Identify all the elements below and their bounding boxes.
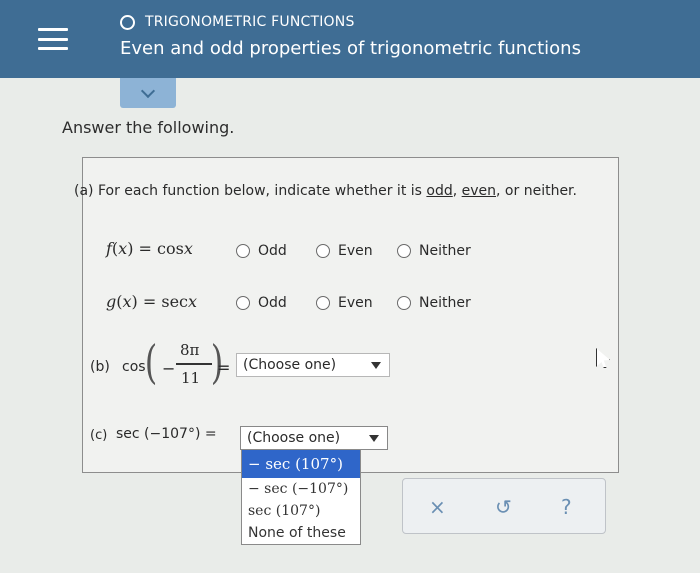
even-link: even (461, 183, 497, 199)
function-name: f (106, 239, 112, 258)
option-label: Odd (258, 243, 287, 259)
function-arg: x (183, 239, 193, 258)
minus-sign: − (162, 359, 176, 378)
dropdown-arrow-icon (371, 362, 381, 369)
function-g: g(x) = secx (106, 292, 198, 311)
function-var: x (118, 239, 128, 258)
action-bar: × ↺ ? (402, 478, 606, 534)
function-rhs: = cos (138, 239, 184, 258)
radio-circle[interactable] (316, 296, 330, 310)
part-a-suffix: , or neither. (496, 183, 577, 199)
f-neither-radio[interactable]: Neither (397, 243, 471, 259)
prompt-text: Answer the following. (62, 118, 235, 137)
option-label: Even (338, 295, 373, 311)
menu-icon[interactable] (38, 28, 68, 50)
clear-icon[interactable]: × (429, 495, 446, 519)
option-label: Neither (419, 295, 471, 311)
select-value: (Choose one) (247, 430, 341, 446)
part-c-label: (c) (90, 428, 108, 443)
part-a-instructions: (a) For each function below, indicate wh… (74, 183, 577, 199)
topic-circle-icon (120, 14, 135, 30)
dropdown-arrow-icon (369, 435, 379, 442)
select-value: (Choose one) (243, 357, 337, 373)
part-b-select[interactable]: (Choose one) (236, 353, 390, 377)
g-odd-radio[interactable]: Odd (236, 295, 287, 311)
radio-circle[interactable] (397, 296, 411, 310)
left-paren: ( (144, 335, 158, 389)
dropdown-option[interactable]: None of these (242, 522, 360, 544)
g-even-radio[interactable]: Even (316, 295, 373, 311)
cos-label: cos (122, 359, 146, 375)
part-c-dropdown-list[interactable]: − sec (107°) − sec (−107°) sec (107°) No… (241, 449, 361, 545)
part-c-expression: sec (−107°) = (116, 426, 217, 442)
topic-label: TRIGONOMETRIC FUNCTIONS (145, 14, 355, 30)
equals-sign: = (217, 358, 231, 377)
g-neither-radio[interactable]: Neither (397, 295, 471, 311)
radio-circle[interactable] (316, 244, 330, 258)
option-label: Neither (419, 243, 471, 259)
chevron-down-icon (140, 83, 156, 98)
dropdown-option[interactable]: − sec (−107°) (242, 478, 360, 500)
fraction-bar (176, 363, 212, 365)
comma: , (452, 183, 462, 199)
header: TRIGONOMETRIC FUNCTIONS Even and odd pro… (0, 0, 700, 78)
part-a-prefix: (a) For each function below, indicate wh… (74, 183, 427, 199)
odd-link: odd (426, 183, 453, 199)
dropdown-option[interactable]: sec (107°) (242, 500, 360, 522)
topic-title: TRIGONOMETRIC FUNCTIONS (120, 14, 355, 30)
radio-circle[interactable] (397, 244, 411, 258)
function-name: g (106, 292, 117, 311)
f-even-radio[interactable]: Even (316, 243, 373, 259)
option-label: Even (338, 243, 373, 259)
denominator: 11 (181, 369, 201, 387)
function-var: x (122, 292, 132, 311)
function-arg: x (188, 292, 198, 311)
f-odd-radio[interactable]: Odd (236, 243, 287, 259)
part-c-select[interactable]: (Choose one) (240, 426, 388, 450)
dropdown-option[interactable]: − sec (107°) (242, 450, 360, 478)
expand-toggle[interactable] (120, 78, 176, 108)
radio-circle[interactable] (236, 244, 250, 258)
numerator: 8π (180, 341, 200, 359)
part-b-label: (b) (90, 359, 110, 375)
function-f: f(x) = cosx (106, 239, 193, 258)
page-subtitle: Even and odd properties of trigonometric… (120, 38, 581, 59)
undo-icon[interactable]: ↺ (495, 495, 512, 519)
option-label: Odd (258, 295, 287, 311)
function-rhs: = sec (142, 292, 188, 311)
help-icon[interactable]: ? (561, 495, 572, 519)
radio-circle[interactable] (236, 296, 250, 310)
